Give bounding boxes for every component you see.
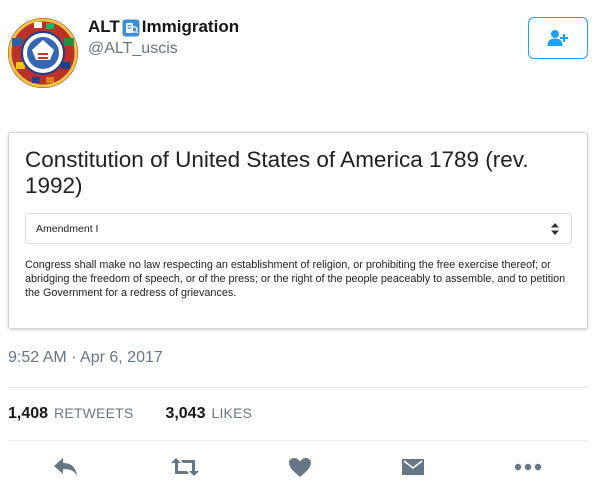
embedded-card[interactable]: Constitution of United States of America… (8, 132, 588, 329)
avatar[interactable] (8, 18, 78, 88)
divider (8, 440, 588, 441)
passport-control-emoji-icon (122, 19, 140, 37)
retweets-label: RETWEETS (54, 405, 134, 421)
select-arrows-icon (551, 223, 559, 235)
likes-label: LIKES (211, 405, 253, 421)
card-title: Constitution of United States of America… (25, 147, 529, 198)
display-name-suffix: Immigration (141, 17, 240, 36)
reply-button[interactable] (53, 456, 79, 478)
retweets-stat[interactable]: 1,408 RETWEETS (8, 405, 133, 423)
select-value: Amendment I (36, 223, 99, 235)
display-name[interactable]: ALT Immigration (88, 17, 239, 37)
retweets-count: 1,408 (8, 405, 49, 422)
reply-icon (54, 458, 77, 476)
follow-button[interactable] (528, 17, 588, 59)
user-handle[interactable]: @ALT_uscis (88, 40, 178, 58)
like-button[interactable] (287, 456, 313, 478)
display-name-prefix: ALT (88, 17, 120, 36)
more-icon (514, 463, 542, 471)
action-bar (0, 452, 596, 482)
card-body-text: Congress shall make no law respecting an… (25, 259, 566, 299)
direct-message-button[interactable] (400, 456, 426, 478)
engagement-stats: 1,408 RETWEETS 3,043 LIKES (8, 405, 284, 423)
likes-stat[interactable]: 3,043 LIKES (165, 405, 252, 423)
add-user-icon (547, 30, 568, 46)
divider (8, 387, 588, 388)
likes-count: 3,043 (165, 405, 206, 422)
like-icon (289, 457, 311, 477)
amendment-select[interactable]: Amendment I (25, 213, 572, 244)
timestamp[interactable]: 9:52 AM · Apr 6, 2017 (8, 349, 163, 367)
direct-message-icon (402, 459, 424, 475)
more-button[interactable] (514, 456, 542, 478)
seal-logo (8, 18, 78, 88)
retweet-icon (171, 458, 199, 476)
retweet-button[interactable] (170, 456, 200, 478)
